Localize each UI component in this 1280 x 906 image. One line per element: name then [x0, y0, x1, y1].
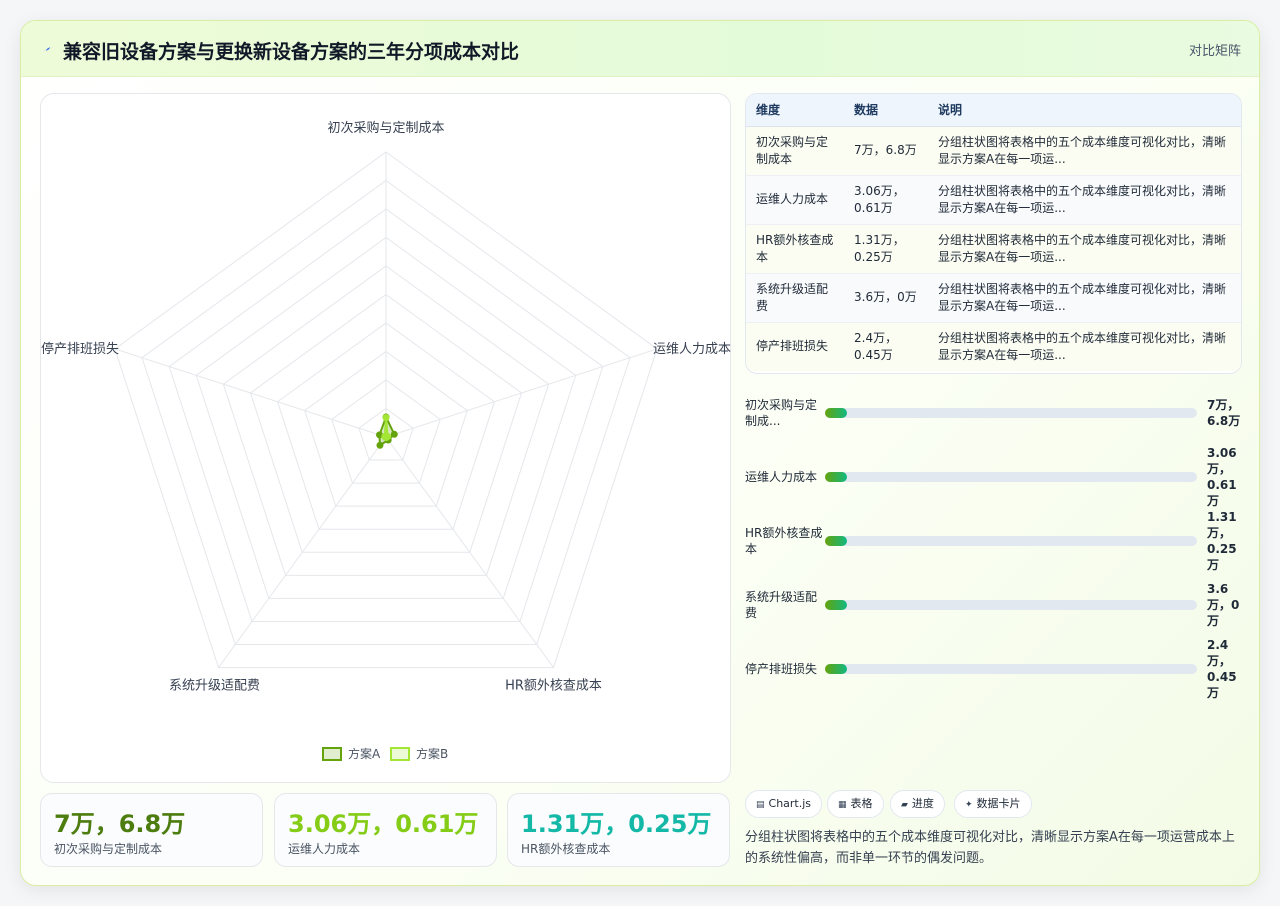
chip-chartjs[interactable]: ▤ Chart.js [745, 790, 823, 818]
page-title: 兼容旧设备方案与更换新设备方案的三年分项成本对比 [63, 41, 520, 63]
card-icon: ✦ [965, 800, 973, 810]
chip-data-card[interactable]: ✦ 数据卡片 [954, 790, 1032, 818]
cell-description: 分组柱状图将表格中的五个成本维度可视化对比，清晰显示方案A在每一项运... [928, 322, 1241, 371]
cell-data: 1.31万，0.25万 [844, 224, 928, 274]
radar-axis-label: 停产排班损失 [41, 341, 119, 357]
kpi-label: HR额外核查成本 [521, 842, 611, 856]
radar-axis-label: 系统升级适配费 [169, 679, 260, 694]
progress-fill [825, 536, 848, 546]
cell-description: 分组柱状图将表格中的五个成本维度可视化对比，清晰显示方案A在每一项运... [928, 126, 1241, 176]
progress-label: HR额外核查成本 [745, 526, 823, 556]
progress-label: 初次采购与定制成... [745, 398, 818, 428]
cell-dimension: 运维人力成本 [746, 175, 844, 225]
progress-row: 系统升级适配费 3.6万，0万 [745, 575, 1242, 635]
cell-data: 2.4万，0.45万 [844, 322, 928, 371]
kpi-card-1: 7万，6.8万 初次采购与定制成本 [40, 793, 263, 867]
radar-point [382, 414, 390, 422]
radar-chart-panel: 初次采购与定制成本运维人力成本 HR额外核查成本 系统升级适配费 停产排班损失方案A 方… [40, 93, 731, 783]
cell-data: 3.06万，0.61万 [844, 175, 928, 225]
table-header-row: 维度 数据 说明 [746, 94, 1241, 127]
progress-label: 系统升级适配费 [745, 590, 818, 620]
radar-axis-label: HR额外核查成本 [505, 679, 602, 694]
dashboard-card: 兼容旧设备方案与更换新设备方案的三年分项成本对比 对比矩阵 初次采购与定制成本运… [20, 20, 1260, 886]
comparison-table: 维度 数据 说明 初次采购与定制成本 7万，6.8万 分组柱状图将表格中的五个成… [745, 93, 1242, 374]
table-row: 初次采购与定制成本 7万，6.8万 分组柱状图将表格中的五个成本维度可视化对比，… [746, 126, 1241, 176]
progress-track [825, 536, 1197, 546]
progress-row: 停产排班损失 2.4万，0.45万 [745, 638, 1242, 700]
progress-track [825, 600, 1197, 610]
chart-icon: ▤ [756, 800, 765, 810]
table-row: 系统升级适配费 3.6万，0万 分组柱状图将表格中的五个成本维度可视化对比，清晰… [746, 273, 1241, 323]
radar-point [376, 441, 384, 449]
progress-fill [825, 472, 848, 482]
summary-text: 分组柱状图将表格中的五个成本维度可视化对比，清晰显示方案A在每一项运营成本上的系… [745, 830, 1235, 866]
progress-icon: ▰ [901, 800, 908, 810]
progress-track [825, 664, 1197, 674]
legend-label: 方案B [416, 746, 448, 761]
cell-dimension: 系统升级适配费 [746, 273, 844, 323]
progress-label: 运维人力成本 [745, 470, 818, 484]
chip-progress[interactable]: ▰ 进度 [890, 790, 945, 818]
legend-label: 方案A [348, 746, 381, 761]
kpi-label: 初次采购与定制成本 [54, 842, 163, 856]
radar-point [390, 430, 398, 438]
cell-description: 分组柱状图将表格中的五个成本维度可视化对比，清晰显示方案A在每一项运... [928, 273, 1241, 323]
kpi-value: 3.06万，0.61万 [288, 810, 479, 838]
cell-description: 分组柱状图将表格中的五个成本维度可视化对比，清晰显示方案A在每一项运... [928, 224, 1241, 274]
radar-chart: 初次采购与定制成本运维人力成本 HR额外核查成本 系统升级适配费 停产排班损失方案A 方… [41, 120, 731, 761]
kpi-card-3: 1.31万，0.25万 HR额外核查成本 [507, 793, 730, 867]
progress-row: 运维人力成本 3.06万，0.61万 [745, 446, 1242, 508]
spark-icon [42, 46, 54, 52]
progress-row: HR额外核查成本 1.31万，0.25万 [745, 510, 1242, 572]
progress-value: 3.6万，0万 [1207, 582, 1240, 628]
kpi-value: 7万，6.8万 [54, 810, 186, 838]
progress-value: 1.31万，0.25万 [1207, 510, 1237, 572]
cell-description: 分组柱状图将表格中的五个成本维度可视化对比，清晰显示方案A在每一项运... [928, 175, 1241, 225]
radar-axis-label: 初次采购与定制成本 [327, 120, 444, 136]
column-header: 说明 [928, 94, 1241, 127]
cell-dimension: 停产排班损失 [746, 322, 844, 371]
cell-data: 3.6万，0万 [844, 273, 928, 323]
progress-fill [825, 664, 848, 674]
table-row: 停产排班损失 2.4万，0.45万 分组柱状图将表格中的五个成本维度可视化对比，… [746, 322, 1241, 371]
view-tag[interactable]: 对比矩阵 [1189, 40, 1241, 59]
table-row: 运维人力成本 3.06万，0.61万 分组柱状图将表格中的五个成本维度可视化对比… [746, 175, 1241, 225]
progress-fill [825, 600, 848, 610]
legend-swatch [390, 747, 410, 761]
progress-value: 3.06万，0.61万 [1207, 446, 1237, 508]
chip-table[interactable]: ▦ 表格 [827, 790, 884, 818]
progress-value: 2.4万，0.45万 [1207, 638, 1237, 700]
progress-value: 7万，6.8万 [1207, 398, 1241, 428]
radar-axis-label: 运维人力成本 [653, 342, 731, 357]
progress-track [825, 472, 1197, 482]
radar-axis-line [114, 348, 387, 438]
radar-point [381, 433, 389, 441]
header: 兼容旧设备方案与更换新设备方案的三年分项成本对比 对比矩阵 [21, 21, 1259, 77]
kpi-value: 1.31万，0.25万 [521, 810, 712, 838]
progress-fill [825, 408, 848, 418]
kpi-card-2: 3.06万，0.61万 运维人力成本 [274, 793, 497, 867]
column-header: 维度 [746, 94, 844, 127]
cell-dimension: HR额外核查成本 [746, 224, 844, 274]
legend-swatch [322, 747, 342, 761]
progress-label: 停产排班损失 [745, 662, 818, 676]
progress-row: 初次采购与定制成... 7万，6.8万 [745, 383, 1242, 443]
column-header: 数据 [844, 94, 928, 127]
cell-dimension: 初次采购与定制成本 [746, 126, 844, 176]
table-icon: ▦ [838, 800, 847, 810]
progress-track [825, 408, 1197, 418]
kpi-label: 运维人力成本 [288, 842, 361, 856]
radar-axis-line [385, 348, 658, 438]
cell-data: 7万，6.8万 [844, 126, 928, 176]
table-row: HR额外核查成本 1.31万，0.25万 分组柱状图将表格中的五个成本维度可视化… [746, 224, 1241, 274]
